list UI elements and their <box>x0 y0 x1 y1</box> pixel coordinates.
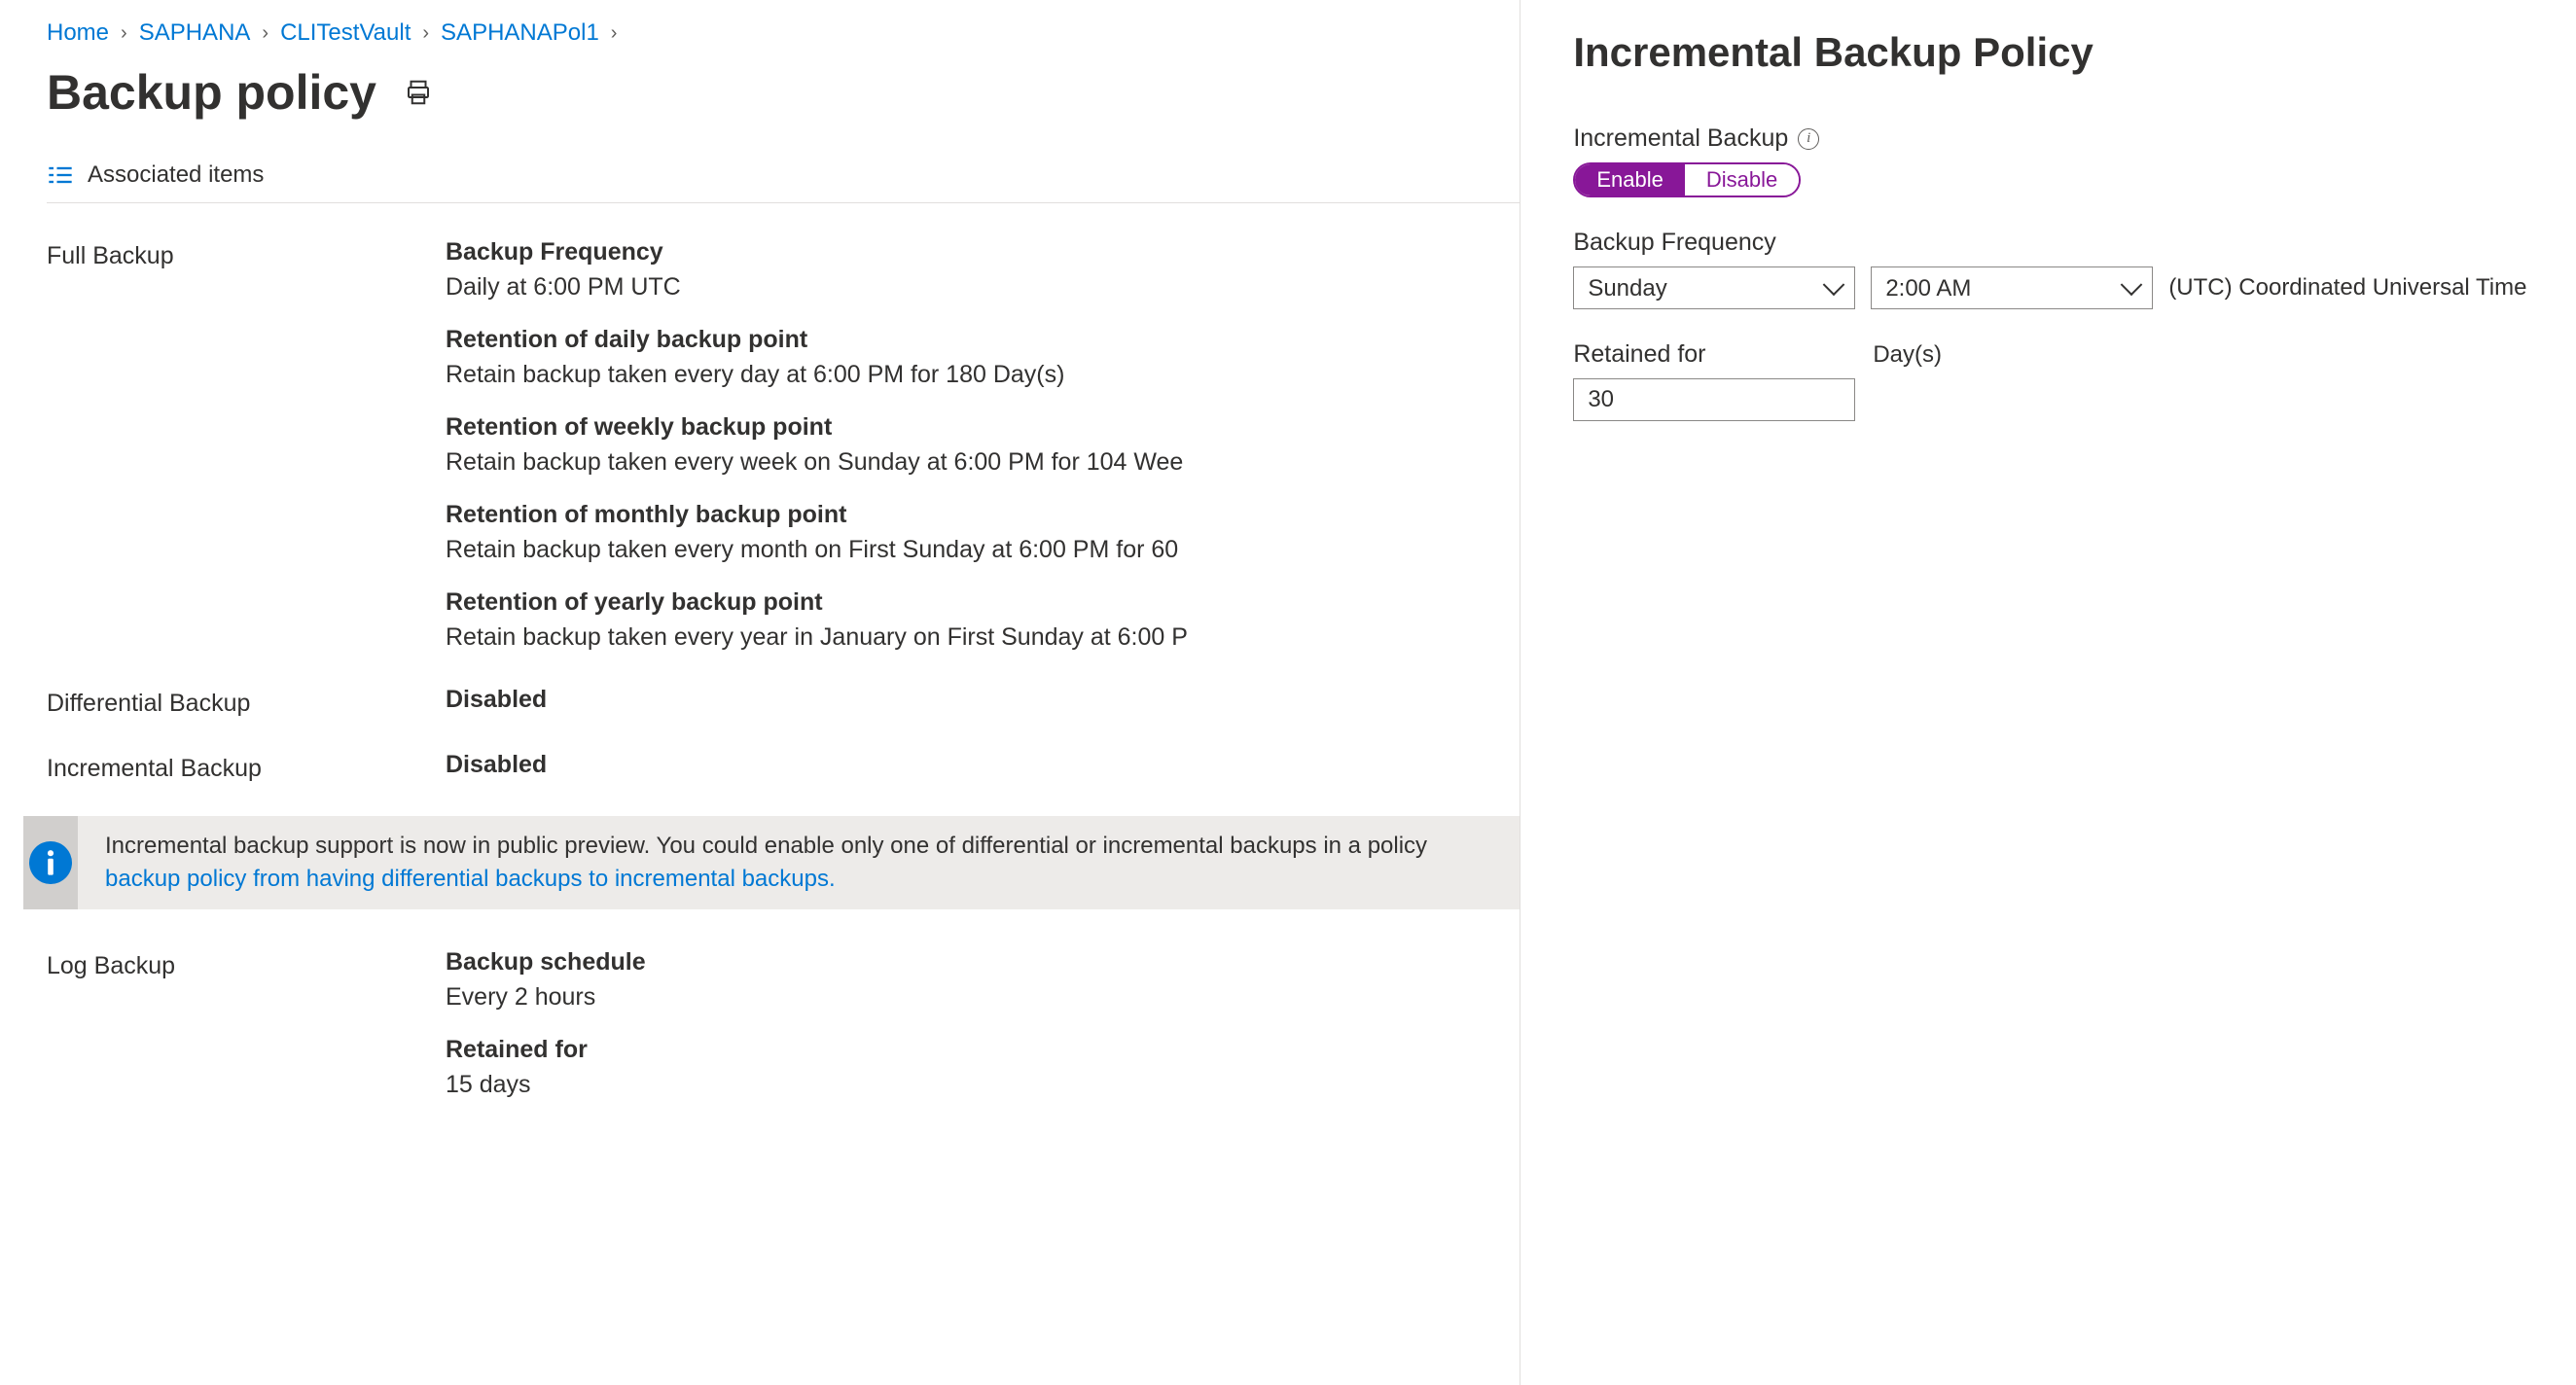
info-icon-wrap <box>23 816 78 909</box>
retained-for-input[interactable] <box>1573 378 1855 421</box>
toolbar: Associated items <box>47 150 1520 203</box>
retained-for-label: Retained for <box>1573 340 1705 369</box>
breadcrumb-saphana[interactable]: SAPHANA <box>139 19 251 47</box>
info-link[interactable]: backup policy from having differential b… <box>105 866 836 892</box>
print-icon[interactable] <box>404 78 433 107</box>
frequency-day-select[interactable]: Sunday <box>1573 266 1855 309</box>
differential-backup-label: Differential Backup <box>47 686 446 741</box>
breadcrumb-sep: › <box>121 22 127 45</box>
incremental-backup-value: Disabled <box>446 751 1520 779</box>
log-backup-label: Log Backup <box>47 948 446 1123</box>
differential-backup-section: Differential Backup Disabled <box>47 686 1520 741</box>
incremental-backup-section: Incremental Backup Disabled <box>47 751 1520 806</box>
breadcrumb-sep: › <box>262 22 268 45</box>
yearly-val: Retain backup taken every year in Januar… <box>446 621 1520 655</box>
associated-items-icon <box>47 163 74 187</box>
breadcrumb-sep: › <box>422 22 429 45</box>
breadcrumb: Home › SAPHANA › CLITestVault › SAPHANAP… <box>47 19 1520 47</box>
info-message: Incremental backup support is now in pub… <box>105 833 1427 859</box>
breadcrumb-sep: › <box>611 22 618 45</box>
info-banner: Incremental backup support is now in pub… <box>23 816 1520 909</box>
panel-title: Incremental Backup Policy <box>1573 29 2526 76</box>
monthly-val: Retain backup taken every month on First… <box>446 533 1520 567</box>
freq-val: Daily at 6:00 PM UTC <box>446 270 1520 304</box>
frequency-time-select[interactable]: 2:00 AM <box>1871 266 2153 309</box>
retained-for-unit: Day(s) <box>1873 341 1942 369</box>
page-title: Backup policy <box>47 64 376 121</box>
log-retain-val: 15 days <box>446 1068 1520 1102</box>
incremental-backup-field-label: Incremental Backup <box>1573 124 1788 153</box>
daily-key: Retention of daily backup point <box>446 326 1520 354</box>
full-backup-section: Full Backup Backup Frequency Daily at 6:0… <box>47 238 1520 676</box>
weekly-val: Retain backup taken every week on Sunday… <box>446 445 1520 479</box>
log-schedule-val: Every 2 hours <box>446 980 1520 1014</box>
monthly-key: Retention of monthly backup point <box>446 501 1520 529</box>
info-icon <box>29 841 72 884</box>
freq-key: Backup Frequency <box>446 238 1520 266</box>
breadcrumb-home[interactable]: Home <box>47 19 109 47</box>
full-backup-label: Full Backup <box>47 238 446 676</box>
associated-items-button[interactable]: Associated items <box>88 161 264 189</box>
log-schedule-key: Backup schedule <box>446 948 1520 977</box>
incremental-backup-label: Incremental Backup <box>47 751 446 806</box>
enable-button[interactable]: Enable <box>1575 164 1685 195</box>
main-content: Home › SAPHANA › CLITestVault › SAPHANAP… <box>0 0 1520 1385</box>
differential-backup-value: Disabled <box>446 686 1520 714</box>
breadcrumb-saphanapol1[interactable]: SAPHANAPol1 <box>441 19 599 47</box>
disable-button[interactable]: Disable <box>1685 164 1799 195</box>
info-icon[interactable]: i <box>1798 128 1819 150</box>
breadcrumb-clitestvault[interactable]: CLITestVault <box>280 19 411 47</box>
backup-frequency-label: Backup Frequency <box>1573 229 1775 257</box>
enable-disable-toggle: Enable Disable <box>1573 162 1801 197</box>
log-retain-key: Retained for <box>446 1036 1520 1064</box>
info-text: Incremental backup support is now in pub… <box>78 816 1427 908</box>
incremental-policy-panel: Incremental Backup Policy Incremental Ba… <box>1520 0 2576 1385</box>
timezone-label: (UTC) Coordinated Universal Time <box>2168 274 2526 302</box>
yearly-key: Retention of yearly backup point <box>446 588 1520 617</box>
daily-val: Retain backup taken every day at 6:00 PM… <box>446 358 1520 392</box>
weekly-key: Retention of weekly backup point <box>446 413 1520 442</box>
log-backup-section: Log Backup Backup scheduleEvery 2 hours … <box>47 948 1520 1123</box>
